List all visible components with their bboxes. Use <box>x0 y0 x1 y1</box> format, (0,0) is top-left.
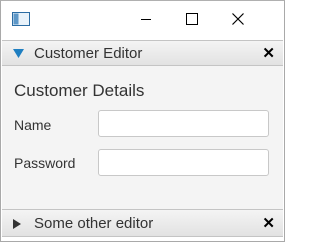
pane-title-some-other-editor: Some other editor <box>34 215 154 232</box>
password-input[interactable] <box>98 149 269 176</box>
pane-title-customer-editor: Customer Editor <box>34 45 143 62</box>
name-input[interactable] <box>98 110 269 137</box>
customer-editor-content: Customer Details Name Password <box>2 66 283 209</box>
pane-close-icon[interactable]: ✕ <box>262 44 275 62</box>
close-window-button[interactable] <box>215 1 261 37</box>
maximize-button[interactable] <box>169 1 215 37</box>
expanded-arrow-icon <box>13 49 24 58</box>
name-label: Name <box>14 117 52 133</box>
collapsed-arrow-icon <box>13 219 21 229</box>
minimize-button[interactable] <box>123 1 169 37</box>
pane-close-icon[interactable]: ✕ <box>262 214 275 232</box>
pane-header-some-other-editor[interactable]: Some other editor ✕ <box>2 209 283 237</box>
pane-header-customer-editor[interactable]: Customer Editor ✕ <box>2 40 283 66</box>
app-window: Customer Editor ✕ Customer Details Name … <box>0 0 285 242</box>
password-label: Password <box>14 155 76 171</box>
window-titlebar[interactable] <box>1 1 284 37</box>
close-icon <box>232 13 244 25</box>
minimize-icon <box>141 18 151 20</box>
section-title: Customer Details <box>14 81 145 100</box>
app-icon <box>12 12 30 26</box>
maximize-icon <box>186 13 198 25</box>
